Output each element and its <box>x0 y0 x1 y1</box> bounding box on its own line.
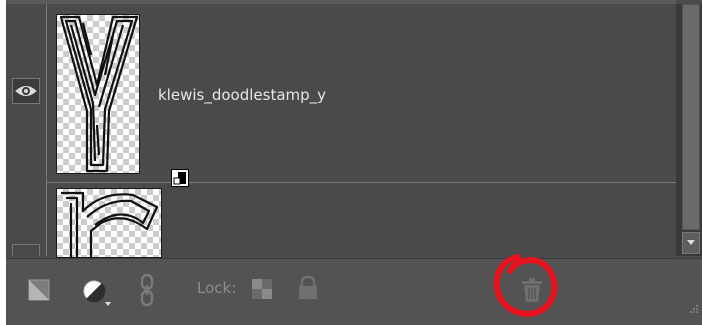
layer-visibility-toggle[interactable] <box>12 78 40 104</box>
resize-grip[interactable] <box>689 299 699 313</box>
scroll-down-button[interactable] <box>682 232 700 254</box>
delete-layer-button[interactable] <box>521 277 543 307</box>
new-layer-button[interactable] <box>28 279 50 305</box>
trash-icon <box>522 278 542 302</box>
arrow-down-icon <box>687 240 695 245</box>
lock-label: Lock: <box>197 279 237 297</box>
smart-object-badge <box>171 169 189 187</box>
adjustment-layer-button[interactable] <box>82 279 112 311</box>
new-layer-icon <box>28 279 50 301</box>
smart-object-icon <box>173 172 186 185</box>
lock-icon <box>299 275 317 299</box>
layer-visibility-toggle[interactable] <box>12 244 40 256</box>
link-icon <box>140 273 154 307</box>
letter-y-thumbnail-icon <box>59 15 139 173</box>
layer-thumbnail[interactable] <box>56 188 162 259</box>
lock-transparent-pixels-button[interactable] <box>252 279 272 303</box>
letter-r-thumbnail-icon <box>61 191 159 259</box>
resize-grip-icon <box>690 305 698 313</box>
layer-thumbnail[interactable] <box>56 14 189 187</box>
adjustment-layer-icon <box>83 280 111 306</box>
lock-transparent-pixels-icon <box>252 279 272 299</box>
eye-icon <box>15 86 37 96</box>
visibility-column <box>6 4 47 256</box>
link-layers-button[interactable] <box>139 273 155 311</box>
lock-all-button[interactable] <box>297 275 319 305</box>
layers-toolbar: Lock: <box>6 258 702 325</box>
layers-panel: klewis_doodlestamp_y Lock: <box>6 0 702 325</box>
scrollbar-thumb[interactable] <box>682 4 700 230</box>
screenshot-root: klewis_doodlestamp_y Lock: <box>0 0 702 325</box>
layer-name[interactable]: klewis_doodlestamp_y <box>158 86 326 104</box>
